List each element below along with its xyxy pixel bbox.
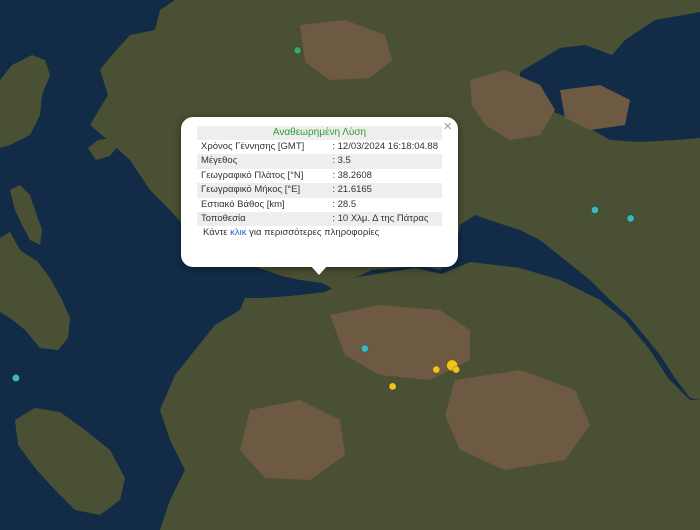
earthquake-marker-selected[interactable]: [388, 382, 397, 391]
popup-pointer: [310, 265, 328, 275]
earthquake-marker-selected[interactable]: [452, 365, 460, 374]
earthquake-marker[interactable]: [591, 206, 599, 214]
table-row: Τοποθεσία : 10 Χλμ. Δ της Πάτρας: [197, 212, 442, 227]
latitude-label: Γεωγραφικό Πλάτος [°N]: [201, 169, 304, 181]
earthquake-marker[interactable]: [293, 46, 302, 55]
earthquake-properties-table: Χρόνος Γέννησης [GMT] : 12/03/2024 16:18…: [197, 140, 442, 227]
earthquake-marker-selected[interactable]: [432, 365, 441, 374]
depth-label: Εστιακό Βάθος [km]: [201, 198, 285, 210]
table-row: Γεωγραφικό Μήκος [°E] : 21.6165: [197, 183, 442, 198]
earthquake-marker[interactable]: [626, 214, 635, 223]
more-info-link[interactable]: κλικ: [230, 227, 246, 238]
more-info-suffix: για περισσότερες πληροφορίες: [246, 227, 380, 239]
table-row: Χρόνος Γέννησης [GMT] : 12/03/2024 16:18…: [197, 140, 442, 154]
table-row: Εστιακό Βάθος [km] : 28.5: [197, 198, 442, 212]
latitude-value: : 38.2608: [332, 169, 372, 181]
origin-time-label: Χρόνος Γέννησης [GMT]: [201, 141, 305, 152]
more-info-text: Κάντε κλικ για περισσότερες πληροφορίες: [197, 227, 442, 238]
earthquake-marker[interactable]: [11, 374, 20, 382]
longitude-label: Γεωγραφικό Μήκος [°E]: [197, 183, 329, 198]
more-info-prefix: Κάντε: [203, 227, 231, 239]
longitude-value: : 21.6165: [328, 183, 442, 198]
origin-time-value: : 12/03/2024 16:18:04.88: [332, 141, 438, 152]
popup-title: Αναθεωρημένη Λύση: [197, 126, 442, 140]
close-icon[interactable]: ×: [443, 119, 452, 135]
earthquake-popup: × Αναθεωρημένη Λύση Χρόνος Γέννησης [GMT…: [181, 117, 458, 267]
table-row: Μέγεθος : 3.5: [197, 154, 442, 169]
depth-value: : 28.5: [332, 198, 357, 210]
magnitude-label: Μέγεθος: [197, 154, 329, 169]
location-label: Τοποθεσία: [197, 212, 329, 227]
earthquake-marker[interactable]: [360, 344, 369, 353]
table-row: Γεωγραφικό Πλάτος [°N] : 38.2608: [197, 169, 442, 183]
magnitude-value: : 3.5: [328, 154, 442, 169]
location-value: : 10 Χλμ. Δ της Πάτρας: [328, 212, 442, 227]
